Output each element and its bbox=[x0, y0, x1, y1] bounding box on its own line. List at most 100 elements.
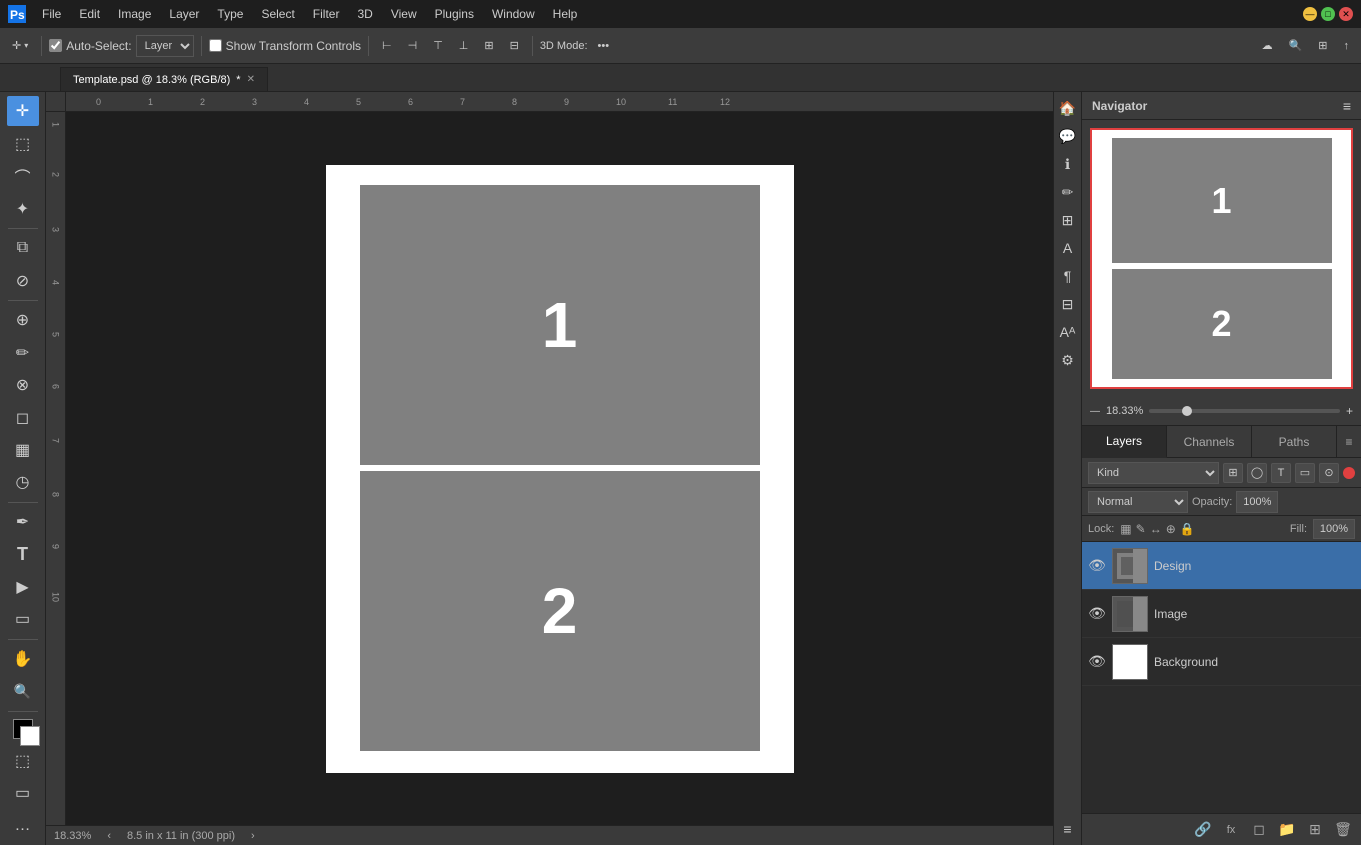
home-icon-button[interactable]: 🏠 bbox=[1056, 96, 1080, 120]
prev-arrow[interactable]: ‹ bbox=[107, 830, 111, 842]
menu-edit[interactable]: Edit bbox=[71, 4, 108, 24]
layer-dropdown[interactable]: Layer bbox=[136, 35, 194, 57]
gradient-tool[interactable]: ▦ bbox=[7, 435, 39, 465]
filter-pixel-icon[interactable]: ⊞ bbox=[1223, 463, 1243, 483]
transform-controls-checkbox[interactable] bbox=[209, 39, 222, 52]
more-tools-button[interactable]: … bbox=[7, 810, 39, 840]
layer-row-image[interactable]: 👁 Image bbox=[1082, 590, 1361, 638]
paragraph-icon-button[interactable]: ¶ bbox=[1056, 264, 1080, 288]
eraser-tool[interactable]: ◻ bbox=[7, 402, 39, 432]
lock-position-icon[interactable]: ⊕ bbox=[1166, 522, 1176, 536]
filter-smart-icon[interactable]: ⊙ bbox=[1319, 463, 1339, 483]
pen-tool[interactable]: ✒ bbox=[7, 507, 39, 537]
brush-settings-button[interactable]: ✏ bbox=[1056, 180, 1080, 204]
align-center-h-button[interactable]: ⊣ bbox=[402, 32, 424, 60]
move-tool[interactable]: ✛ bbox=[7, 96, 39, 126]
lock-transparent-icon[interactable]: ▦ bbox=[1120, 522, 1131, 536]
link-layers-button[interactable]: 🔗 bbox=[1191, 818, 1215, 842]
maximize-button[interactable]: □ bbox=[1321, 7, 1335, 21]
dodge-tool[interactable]: ◷ bbox=[7, 467, 39, 497]
canvas-content[interactable]: 1 2 bbox=[66, 112, 1053, 825]
shape-tool[interactable]: ▭ bbox=[7, 604, 39, 634]
eyedropper-tool[interactable]: ⊘ bbox=[7, 265, 39, 295]
magic-wand-tool[interactable]: ✦ bbox=[7, 193, 39, 223]
filter-shape-icon[interactable]: ▭ bbox=[1295, 463, 1315, 483]
menu-window[interactable]: Window bbox=[484, 4, 543, 24]
layer-visibility-background[interactable]: 👁 bbox=[1088, 653, 1106, 671]
settings-icon-button[interactable]: ⚙ bbox=[1056, 348, 1080, 372]
menu-3d[interactable]: 3D bbox=[349, 4, 380, 24]
tab-paths[interactable]: Paths bbox=[1252, 426, 1337, 457]
menu-select[interactable]: Select bbox=[253, 4, 302, 24]
spot-heal-tool[interactable]: ⊕ bbox=[7, 305, 39, 335]
layer-row-background[interactable]: 👁 Background bbox=[1082, 638, 1361, 686]
share-button[interactable]: ↑ bbox=[1338, 32, 1356, 60]
filter-kind-dropdown[interactable]: Kind bbox=[1088, 462, 1219, 484]
menu-view[interactable]: View bbox=[383, 4, 425, 24]
background-color[interactable] bbox=[20, 726, 40, 746]
align-right-button[interactable]: ⊤ bbox=[427, 32, 449, 60]
comment-icon-button[interactable]: 💬 bbox=[1056, 124, 1080, 148]
menu-plugins[interactable]: Plugins bbox=[427, 4, 482, 24]
quick-mask-button[interactable]: ⬚ bbox=[7, 745, 39, 775]
zoom-slider[interactable] bbox=[1149, 409, 1340, 413]
navigator-preview[interactable]: 1 2 bbox=[1090, 128, 1353, 389]
lock-artboard-icon[interactable]: ↔ bbox=[1150, 522, 1162, 536]
menu-file[interactable]: File bbox=[34, 4, 69, 24]
settings-button[interactable]: ⊞ bbox=[1312, 32, 1333, 60]
document-tab[interactable]: Template.psd @ 18.3% (RGB/8) * ✕ bbox=[60, 67, 268, 91]
close-button[interactable]: ✕ bbox=[1339, 7, 1353, 21]
zoom-min-icon[interactable]: — bbox=[1090, 406, 1100, 417]
layer-visibility-image[interactable]: 👁 bbox=[1088, 605, 1106, 623]
foreground-color[interactable] bbox=[13, 719, 33, 739]
screen-mode-button[interactable]: ▭ bbox=[7, 778, 39, 808]
panel-toggle-button[interactable]: ≡ bbox=[1056, 817, 1080, 841]
fill-input[interactable] bbox=[1313, 519, 1355, 539]
align-bottom-button[interactable]: ⊟ bbox=[504, 32, 525, 60]
move-tool-button[interactable]: ✛ ▾ bbox=[6, 32, 34, 60]
next-arrow[interactable]: › bbox=[251, 830, 255, 842]
hand-tool[interactable]: ✋ bbox=[7, 644, 39, 674]
layer-visibility-design[interactable]: 👁 bbox=[1088, 557, 1106, 575]
add-mask-button[interactable]: ◻ bbox=[1247, 818, 1271, 842]
menu-filter[interactable]: Filter bbox=[305, 4, 348, 24]
filter-adjust-icon[interactable]: ◯ bbox=[1247, 463, 1267, 483]
auto-select-checkbox[interactable] bbox=[49, 39, 62, 52]
navigator-menu-icon[interactable]: ≡ bbox=[1343, 98, 1351, 114]
menu-type[interactable]: Type bbox=[209, 4, 251, 24]
marquee-tool[interactable]: ⬚ bbox=[7, 128, 39, 158]
minimize-button[interactable]: — bbox=[1303, 7, 1317, 21]
filter-type-icon[interactable]: T bbox=[1271, 463, 1291, 483]
text-size-icon-button[interactable]: Aᴬ bbox=[1056, 320, 1080, 344]
new-group-button[interactable]: 📁 bbox=[1275, 818, 1299, 842]
layers-panel-menu[interactable]: ≡ bbox=[1337, 426, 1361, 457]
canvas-area[interactable]: 0 1 2 3 4 5 6 7 8 9 10 11 12 1 2 3 4 5 6 bbox=[46, 92, 1053, 845]
align-top-button[interactable]: ⊥ bbox=[453, 32, 475, 60]
delete-layer-button[interactable]: 🗑 bbox=[1331, 818, 1355, 842]
type-icon-button[interactable]: A bbox=[1056, 236, 1080, 260]
toolbar-more-button[interactable]: ••• bbox=[592, 32, 616, 60]
copy-icon-button[interactable]: ⊟ bbox=[1056, 292, 1080, 316]
crop-tool[interactable]: ⧉ bbox=[7, 233, 39, 263]
type-tool[interactable]: T bbox=[7, 539, 39, 569]
align-center-v-button[interactable]: ⊞ bbox=[478, 32, 499, 60]
lock-paint-icon[interactable]: ✎ bbox=[1136, 522, 1146, 536]
lasso-tool[interactable]: ⌒ bbox=[7, 161, 39, 191]
align-left-button[interactable]: ⊢ bbox=[376, 32, 398, 60]
tab-layers[interactable]: Layers bbox=[1082, 426, 1167, 458]
tab-channels[interactable]: Channels bbox=[1167, 426, 1252, 457]
cloud-button[interactable]: ☁ bbox=[1256, 32, 1279, 60]
path-select-tool[interactable]: ▶ bbox=[7, 572, 39, 602]
zoom-max-icon[interactable]: + bbox=[1346, 404, 1353, 418]
tab-close-button[interactable]: ✕ bbox=[247, 74, 255, 85]
clone-tool[interactable]: ⊗ bbox=[7, 370, 39, 400]
blend-mode-dropdown[interactable]: Normal bbox=[1088, 491, 1188, 513]
menu-help[interactable]: Help bbox=[545, 4, 586, 24]
new-layer-button[interactable]: ⊞ bbox=[1303, 818, 1327, 842]
info-icon-button[interactable]: ℹ bbox=[1056, 152, 1080, 176]
zoom-tool[interactable]: 🔍 bbox=[7, 676, 39, 706]
brush-tool[interactable]: ✏ bbox=[7, 337, 39, 367]
add-style-button[interactable]: fx bbox=[1219, 818, 1243, 842]
layer-row-design[interactable]: 👁 Design bbox=[1082, 542, 1361, 590]
opacity-input[interactable] bbox=[1236, 491, 1278, 513]
